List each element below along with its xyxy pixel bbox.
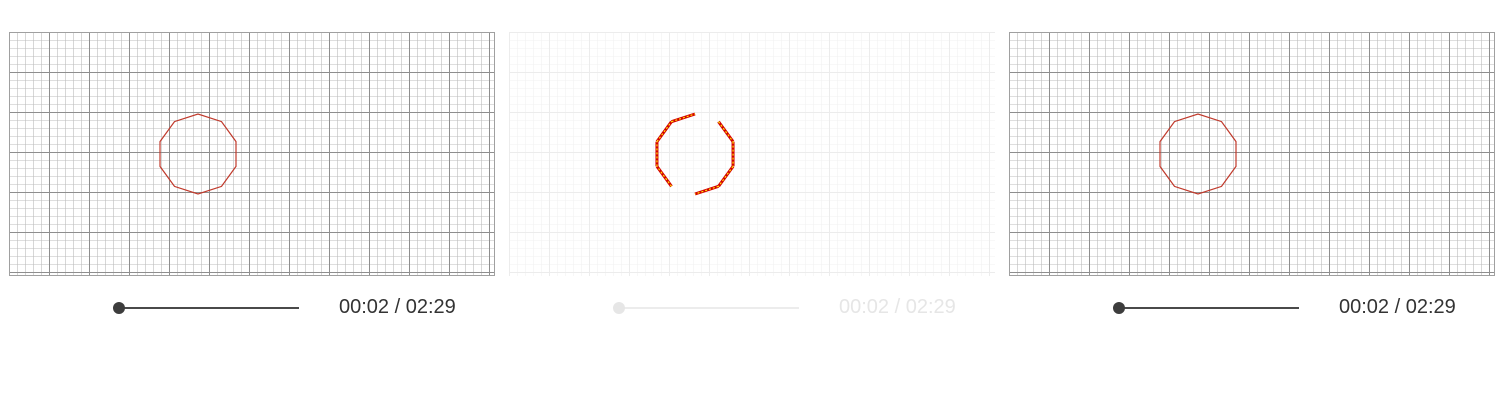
middle-video-frame xyxy=(509,32,995,276)
right-player-controls: 00:02 / 02:29 xyxy=(1009,292,1495,324)
left-progress-knob[interactable] xyxy=(113,302,125,314)
right-progress-track[interactable] xyxy=(1113,302,1299,314)
left-frame-canvas xyxy=(9,32,495,276)
middle-time-display: 00:02 / 02:29 xyxy=(839,296,956,318)
right-frame-canvas xyxy=(1009,32,1495,276)
middle-player-controls: 00:02 / 02:29 xyxy=(509,292,995,324)
left-player-controls: 00:02 / 02:29 xyxy=(9,292,495,324)
left-progress-track[interactable] xyxy=(113,302,299,314)
right-time-display: 00:02 / 02:29 xyxy=(1339,296,1456,318)
left-video-frame xyxy=(9,32,495,276)
left-time-display: 00:02 / 02:29 xyxy=(339,296,456,318)
middle-frame-canvas xyxy=(509,32,995,276)
right-video-frame xyxy=(1009,32,1495,276)
right-progress-knob[interactable] xyxy=(1113,302,1125,314)
middle-progress-knob[interactable] xyxy=(613,302,625,314)
middle-progress-track[interactable] xyxy=(613,302,799,314)
